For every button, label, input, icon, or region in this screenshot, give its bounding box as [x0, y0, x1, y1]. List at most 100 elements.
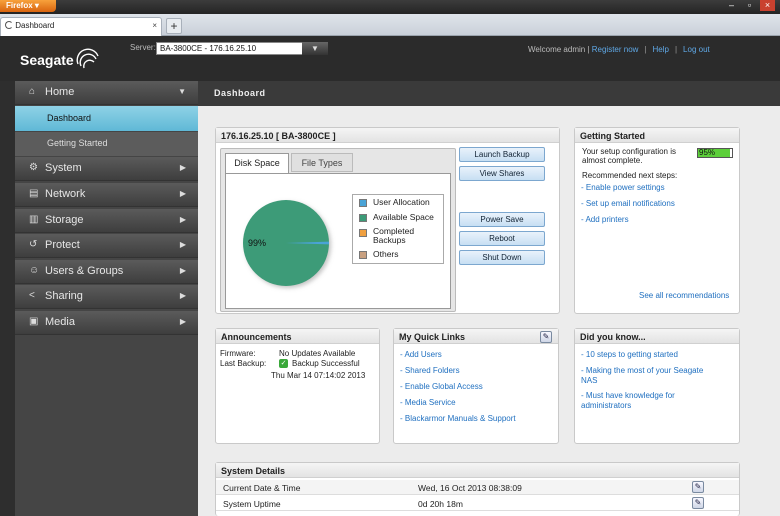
logout-link[interactable]: Log out — [683, 45, 710, 54]
did-you-know-title: Did you know... — [575, 329, 739, 344]
disk-usage-box: Disk Space File Types 99% User Allocatio… — [220, 148, 456, 312]
legend-swatch-available-space — [359, 214, 367, 222]
enable-power-settings-link[interactable]: - Enable power settings — [581, 183, 665, 192]
help-link[interactable]: Help — [653, 45, 669, 54]
sidebar-item-media[interactable]: ▣ Media ▶ — [15, 311, 198, 335]
firmware-label: Firmware: — [220, 349, 256, 358]
setup-progress-label: 95% — [699, 148, 716, 157]
admin-knowledge-link[interactable]: - Must have knowledge for administrators — [581, 391, 711, 411]
tab-title: Dashboard — [15, 21, 55, 30]
legend-swatch-others — [359, 251, 367, 259]
tab-close-icon[interactable]: × — [152, 21, 157, 30]
app-header — [0, 36, 780, 81]
see-all-recommendations-link[interactable]: See all recommendations — [639, 291, 729, 300]
firmware-value: No Updates Available — [279, 349, 356, 358]
sidebar-item-label: Media — [45, 316, 75, 328]
tab-disk-space[interactable]: Disk Space — [225, 153, 289, 173]
sidebar-item-getting-started[interactable]: Getting Started — [15, 132, 198, 156]
power-save-button[interactable]: Power Save — [459, 212, 545, 227]
legend-label: Completed Backups — [373, 226, 415, 245]
firefox-menu-label: Firefox — [6, 1, 33, 10]
chevron-right-icon: ▶ — [179, 163, 186, 172]
check-icon: ✓ — [279, 359, 288, 368]
view-shares-button[interactable]: View Shares — [459, 166, 545, 181]
seagate-logo-text: Seagate — [20, 52, 74, 68]
maximize-icon[interactable]: ▫ — [742, 0, 757, 11]
tab-file-types[interactable]: File Types — [291, 153, 353, 172]
separator: | — [674, 45, 678, 54]
announcements-panel: Announcements Firmware: No Updates Avail… — [215, 328, 380, 444]
sidebar-item-label: Sharing — [45, 290, 83, 302]
announcements-title: Announcements — [216, 329, 379, 344]
sidebar-item-users-groups[interactable]: ☺ Users & Groups ▶ — [15, 260, 198, 284]
sidebar-item-label: Storage — [45, 214, 84, 226]
minimize-icon[interactable]: – — [724, 0, 739, 11]
detail-label: System Uptime — [223, 499, 281, 509]
pie-percent-label: 99% — [248, 238, 266, 248]
device-panel: 176.16.25.10 [ BA-3800CE ] Disk Space Fi… — [215, 127, 560, 314]
tab-dashboard[interactable]: Dashboard × — [0, 17, 162, 36]
chevron-right-icon: ▶ — [179, 291, 186, 300]
table-row: System Uptime 0d 20h 18m ✎ — [216, 496, 739, 511]
register-link[interactable]: Register now — [592, 45, 639, 54]
legend-label: User Allocation — [373, 197, 430, 207]
ten-steps-link[interactable]: - 10 steps to getting started — [581, 350, 731, 359]
system-details-title: System Details — [216, 463, 739, 478]
getting-started-title: Getting Started — [575, 128, 739, 143]
seagate-logo-icon — [76, 48, 99, 69]
launch-backup-button[interactable]: Launch Backup — [459, 147, 545, 162]
media-service-link[interactable]: - Media Service — [400, 398, 456, 407]
edit-icon[interactable]: ✎ — [540, 331, 552, 343]
shared-folders-link[interactable]: - Shared Folders — [400, 366, 460, 375]
sidebar-item-label: System — [45, 162, 82, 174]
chart-legend: User Allocation Available Space Complete… — [352, 194, 444, 264]
sidebar-item-protect[interactable]: ↺ Protect ▶ — [15, 234, 198, 258]
chevron-right-icon: ▶ — [179, 317, 186, 326]
edit-icon[interactable]: ✎ — [692, 481, 704, 493]
quick-links-title: My Quick Links — [394, 329, 558, 344]
sidebar-item-label: Protect — [45, 239, 80, 251]
protect-icon: ↺ — [29, 239, 38, 250]
shut-down-button[interactable]: Shut Down — [459, 250, 545, 265]
chevron-down-icon: ▼ — [178, 87, 186, 96]
header-links: Welcome admin | Register now | Help | Log ou… — [528, 45, 710, 54]
global-access-link[interactable]: - Enable Global Access — [400, 382, 483, 391]
sidebar-item-home[interactable]: ⌂ Home ▼ — [15, 81, 198, 105]
reboot-button[interactable]: Reboot — [459, 231, 545, 246]
edit-icon[interactable]: ✎ — [692, 497, 704, 509]
legend-label: Available Space — [373, 212, 434, 222]
chevron-down-icon[interactable]: ▼ — [302, 42, 328, 55]
add-printers-link[interactable]: - Add printers — [581, 215, 629, 224]
detail-value: Wed, 16 Oct 2013 08:38:09 — [418, 483, 522, 493]
sidebar-item-sharing[interactable]: < Sharing ▶ — [15, 285, 198, 309]
sidebar-item-storage[interactable]: ▥ Storage ▶ — [15, 209, 198, 233]
sidebar-item-label: Network — [45, 188, 86, 200]
welcome-text: Welcome admin | — [528, 45, 590, 54]
new-tab-button[interactable]: + — [166, 18, 182, 34]
chevron-right-icon: ▶ — [179, 189, 186, 198]
storage-icon: ▥ — [29, 214, 39, 225]
email-notifications-link[interactable]: - Set up email notifications — [581, 199, 675, 208]
legend-swatch-user-allocation — [359, 199, 367, 207]
manuals-support-link[interactable]: - Blackarmor Manuals & Support — [400, 414, 516, 423]
sharing-icon: < — [29, 290, 35, 301]
chevron-right-icon: ▶ — [179, 240, 186, 249]
close-window-icon[interactable]: × — [760, 0, 775, 11]
getting-started-panel: Getting Started Your setup configuration… — [574, 127, 740, 314]
chevron-right-icon: ▶ — [179, 215, 186, 224]
last-backup-time: Thu Mar 14 07:14:02 2013 — [271, 371, 366, 380]
add-users-link[interactable]: - Add Users — [400, 350, 442, 359]
browser-titlebar — [0, 0, 780, 14]
sidebar-item-network[interactable]: ▤ Network ▶ — [15, 183, 198, 207]
sidebar-item-label: Home — [45, 86, 75, 98]
chevron-right-icon: ▶ — [179, 266, 186, 275]
firefox-menu-button[interactable]: Firefox ▾ — [0, 0, 56, 12]
detail-label: Current Date & Time — [223, 483, 301, 493]
detail-value: 0d 20h 18m — [418, 499, 463, 509]
media-icon: ▣ — [29, 316, 39, 327]
legend-label: Others — [373, 249, 399, 259]
last-backup-status: Backup Successful — [292, 359, 360, 368]
sidebar-item-system[interactable]: ⚙ System ▶ — [15, 157, 198, 181]
sidebar-item-dashboard[interactable]: Dashboard — [15, 106, 198, 131]
making-most-link[interactable]: - Making the most of your Seagate NAS — [581, 366, 721, 386]
